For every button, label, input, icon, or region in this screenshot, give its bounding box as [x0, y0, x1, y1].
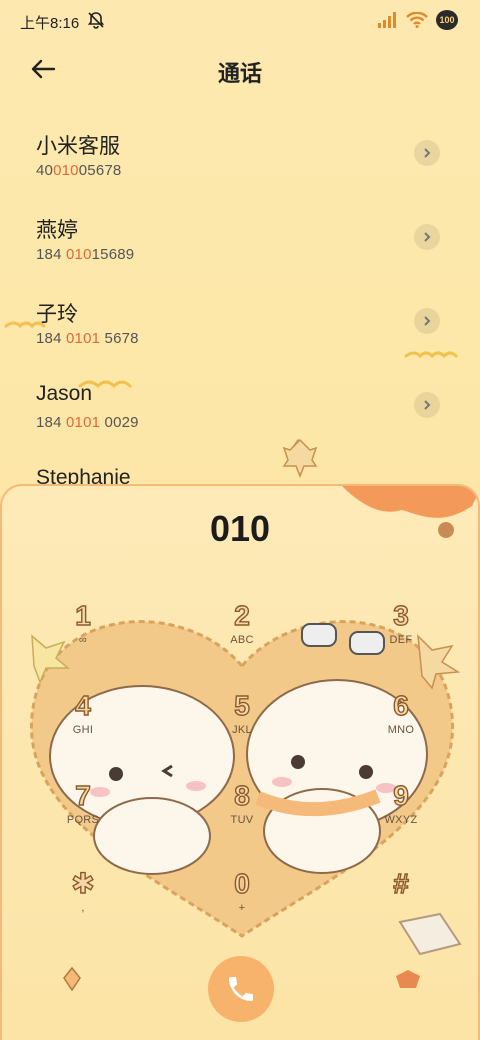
status-bar: 上午8:16 100 [0, 0, 480, 42]
dial-key-6[interactable]: 6 MNO [356, 689, 446, 750]
chevron-right-icon [424, 400, 431, 410]
battery-icon: 100 [436, 10, 458, 30]
dial-key-5[interactable]: 5 JKL [197, 689, 287, 750]
chevron-right-icon [424, 148, 431, 158]
dial-key-3[interactable]: 3 DEF [356, 599, 446, 660]
number-part: 184 [36, 414, 66, 431]
detail-button[interactable] [414, 308, 440, 334]
dial-key-hash[interactable]: # [356, 867, 446, 928]
dial-key-star[interactable]: ✱ , [38, 867, 128, 928]
dialed-number: 010 [209, 508, 271, 549]
header: 通话 [0, 48, 480, 92]
page-title: 通话 [217, 61, 262, 86]
dial-key-2[interactable]: 2 ABC [197, 599, 287, 660]
key-digit: 1 [75, 599, 92, 631]
key-digit: 6 [393, 689, 410, 721]
key-letters: GHI [72, 724, 94, 736]
key-digit: 3 [393, 599, 410, 631]
contact-item[interactable]: Stephanie [0, 456, 480, 484]
key-digit: 0 [234, 867, 251, 899]
key-digit: 4 [75, 689, 92, 721]
number-match: 0101 [66, 330, 101, 347]
contact-name: Jason [36, 382, 93, 405]
dial-key-0[interactable]: 0 + [197, 867, 287, 928]
battery-level: 100 [439, 15, 455, 25]
key-letters: DEF [389, 634, 413, 646]
wifi-icon [406, 12, 428, 28]
chevron-right-icon [424, 316, 431, 326]
number-match: 010 [66, 246, 92, 263]
key-digit: # [393, 867, 410, 899]
number-part: 05678 [78, 162, 122, 179]
number-part: 40 [36, 162, 54, 179]
key-letters: PQRS [66, 814, 100, 826]
contact-name: 小米客服 [36, 135, 120, 158]
contact-name: Stephanie [36, 466, 131, 484]
mute-bell-icon [87, 12, 105, 29]
key-digit: 9 [393, 779, 410, 811]
phone-icon [229, 977, 253, 1001]
number-part: 184 [36, 330, 66, 347]
dial-key-4[interactable]: 4 GHI [38, 689, 128, 750]
key-digit: 2 [234, 599, 251, 631]
key-letters: JKL [232, 724, 252, 736]
contact-number: 4001005678 [36, 162, 121, 179]
contact-number: 184 0101 5678 [36, 330, 139, 347]
detail-button[interactable] [414, 140, 440, 166]
number-part: 184 [36, 246, 66, 263]
voicemail-icon: ∞ [78, 634, 88, 646]
dial-panel: 010 1 ∞ 2 ABC 3 DEF 4 GHI 5 JKL 6 MNO 7 … [0, 484, 480, 1040]
chevron-right-icon [424, 232, 431, 242]
contact-item[interactable]: 子玲 184 0101 5678 [0, 288, 480, 372]
detail-button[interactable] [414, 392, 440, 418]
contact-number: 184 01015689 [36, 246, 134, 263]
key-letters: WXYZ [384, 814, 418, 826]
number-match: 010 [53, 162, 79, 179]
contact-item[interactable]: 燕婷 184 01015689 [0, 204, 480, 288]
key-digit: ✱ [71, 867, 96, 899]
key-digit: 7 [75, 779, 92, 811]
contact-name: 子玲 [36, 303, 78, 326]
number-match: 0101 [66, 414, 101, 431]
key-letters: + [238, 902, 246, 914]
number-part: 5678 [100, 330, 139, 347]
dial-key-9[interactable]: 9 WXYZ [356, 779, 446, 840]
status-time: 上午8:16 [20, 15, 80, 32]
dial-key-7[interactable]: 7 PQRS [38, 779, 128, 840]
key-letters: ABC [230, 634, 254, 646]
key-letters: TUV [230, 814, 254, 826]
number-part: 15689 [91, 246, 135, 263]
key-letters: , [81, 902, 85, 914]
signal-icon [378, 12, 396, 28]
contact-number: 184 0101 0029 [36, 414, 139, 431]
contact-list: 小米客服 4001005678 燕婷 184 01015689 子玲 184 0… [0, 120, 480, 484]
contact-item[interactable]: Jason 184 0101 0029 [0, 372, 480, 456]
key-letters: MNO [387, 724, 415, 736]
key-digit: 5 [234, 689, 251, 721]
contact-name: 燕婷 [36, 219, 78, 242]
dial-key-1[interactable]: 1 ∞ [38, 599, 128, 660]
contact-item[interactable]: 小米客服 4001005678 [0, 120, 480, 204]
call-button[interactable] [208, 956, 274, 1022]
number-part: 0029 [100, 414, 139, 431]
dial-key-8[interactable]: 8 TUV [197, 779, 287, 840]
key-digit: 8 [234, 779, 251, 811]
detail-button[interactable] [414, 224, 440, 250]
